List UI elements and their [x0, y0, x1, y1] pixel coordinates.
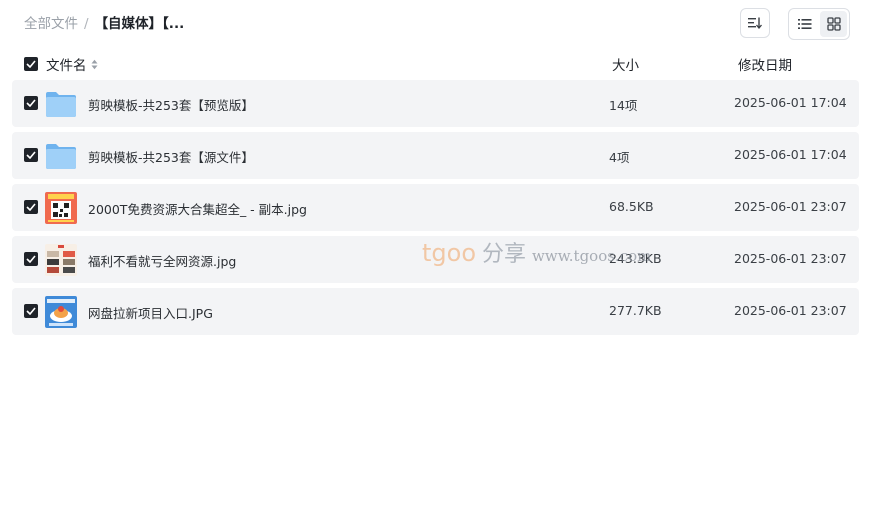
image-thumbnail-icon	[45, 192, 77, 224]
row-checkbox[interactable]	[24, 148, 38, 162]
view-toggle	[788, 8, 850, 40]
file-date: 2025-06-01 23:07	[734, 199, 847, 214]
table-row[interactable]: 2000T免费资源大合集超全_ - 副本.jpg 68.5KB 2025-06-…	[12, 184, 859, 231]
sort-list-icon	[748, 17, 762, 29]
file-name: 2000T免费资源大合集超全_ - 副本.jpg	[88, 202, 307, 217]
row-checkbox[interactable]	[24, 200, 38, 214]
row-checkbox[interactable]	[24, 304, 38, 318]
row-checkbox[interactable]	[24, 96, 38, 110]
watermark: tgoo 分享 www.tgoos.com	[422, 236, 651, 268]
list-view-button[interactable]	[791, 11, 818, 37]
sort-button[interactable]	[740, 8, 770, 38]
breadcrumb-separator: /	[84, 16, 89, 32]
file-size: 4项	[609, 150, 630, 165]
column-header-size[interactable]: 大小	[612, 54, 639, 74]
watermark-logo: tgoo	[422, 239, 477, 267]
file-size: 14项	[609, 98, 638, 113]
breadcrumb-root[interactable]: 全部文件	[24, 16, 78, 32]
watermark-share: 分享	[482, 242, 527, 267]
file-name: 网盘拉新项目入口.JPG	[88, 306, 213, 321]
breadcrumb-current: 【自媒体】【...	[94, 16, 185, 32]
folder-icon	[46, 92, 76, 117]
file-date: 2025-06-01 23:07	[734, 251, 847, 266]
image-thumbnail-icon	[45, 296, 77, 328]
file-name: 福利不看就亏全网资源.jpg	[88, 254, 237, 269]
folder-icon	[46, 144, 76, 169]
column-header-name-label: 文件名	[46, 58, 87, 74]
grid-view-button[interactable]	[820, 11, 847, 37]
file-date: 2025-06-01 17:04	[734, 147, 847, 162]
table-row[interactable]: 剪映模板-共253套【预览版】 14项 2025-06-01 17:04	[12, 80, 859, 127]
check-icon	[26, 60, 36, 68]
breadcrumb: 全部文件 / 【自媒体】【...	[24, 14, 184, 34]
file-size: 68.5KB	[609, 199, 654, 214]
row-checkbox[interactable]	[24, 252, 38, 266]
image-thumbnail-icon	[45, 244, 77, 276]
file-list: 剪映模板-共253套【预览版】 14项 2025-06-01 17:04 剪映模…	[12, 80, 859, 340]
column-header-name[interactable]: 文件名	[46, 54, 98, 74]
list-view-icon	[797, 19, 811, 29]
grid-view-icon	[826, 17, 841, 31]
file-name: 剪映模板-共253套【预览版】	[88, 98, 254, 113]
select-all-checkbox[interactable]	[24, 57, 38, 71]
file-date: 2025-06-01 17:04	[734, 95, 847, 110]
check-icon	[26, 99, 36, 107]
check-icon	[26, 307, 36, 315]
top-bar: 全部文件 / 【自媒体】【...	[0, 0, 874, 48]
file-size: 277.7KB	[609, 303, 662, 318]
table-row[interactable]: 网盘拉新项目入口.JPG 277.7KB 2025-06-01 23:07	[12, 288, 859, 335]
file-name: 剪映模板-共253套【源文件】	[88, 150, 254, 165]
check-icon	[26, 255, 36, 263]
file-date: 2025-06-01 23:07	[734, 303, 847, 318]
table-row[interactable]: 剪映模板-共253套【源文件】 4项 2025-06-01 17:04	[12, 132, 859, 179]
sort-caret-icon	[91, 59, 97, 69]
watermark-site: www.tgoos.com	[532, 247, 652, 265]
column-header-date[interactable]: 修改日期	[738, 54, 792, 74]
check-icon	[26, 151, 36, 159]
table-header: 文件名 大小 修改日期	[0, 52, 874, 76]
check-icon	[26, 203, 36, 211]
